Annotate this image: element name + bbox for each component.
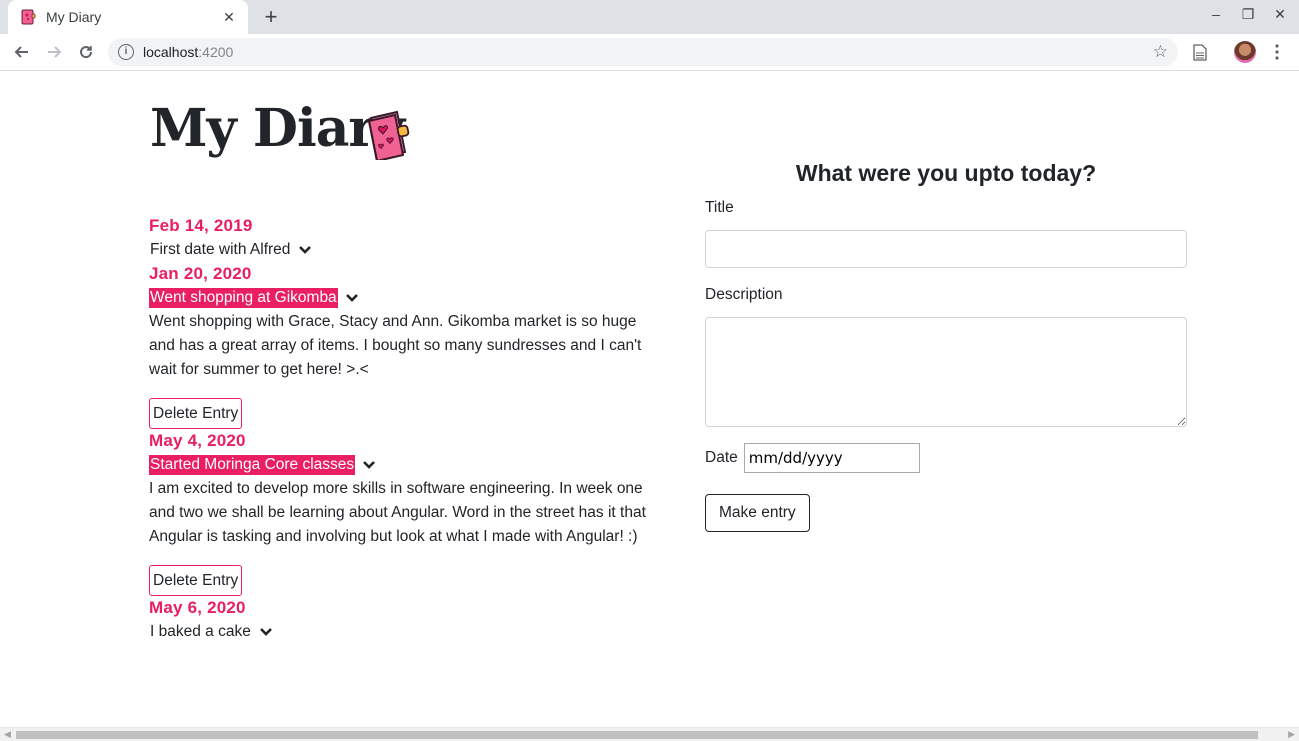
entry-date: May 4, 2020 bbox=[149, 431, 246, 450]
diary-entry: May 4, 2020 Started Moringa Core classes… bbox=[149, 429, 659, 596]
diary-entries-list: Feb 14, 2019 First date with Alfred Jan … bbox=[149, 214, 659, 644]
diary-entry: Jan 20, 2020 Went shopping at Gikomba We… bbox=[149, 262, 659, 429]
browser-toolbar: i localhost :4200 ☆ bbox=[0, 34, 1299, 71]
url-port: :4200 bbox=[198, 44, 234, 60]
new-entry-form: What were you upto today? Title Descript… bbox=[705, 156, 1187, 532]
diary-book-icon bbox=[20, 9, 36, 25]
browser-tab[interactable]: My Diary ✕ bbox=[8, 0, 248, 34]
chevron-down-icon[interactable] bbox=[361, 457, 377, 473]
chevron-down-icon[interactable] bbox=[297, 242, 313, 258]
title-label: Title bbox=[705, 199, 734, 216]
browser-tab-strip: My Diary ✕ + – ❐ ✕ bbox=[0, 0, 1299, 34]
chevron-down-icon[interactable] bbox=[344, 290, 360, 306]
browser-menu-button[interactable] bbox=[1265, 40, 1289, 64]
bookmark-star-icon[interactable]: ☆ bbox=[1153, 42, 1168, 62]
reader-mode-button[interactable] bbox=[1188, 40, 1212, 64]
delete-entry-button[interactable]: Delete Entry bbox=[149, 565, 243, 596]
reload-icon bbox=[80, 46, 93, 59]
restore-window-button[interactable]: ❐ bbox=[1238, 6, 1258, 23]
title-input[interactable] bbox=[705, 230, 1187, 268]
close-tab-icon[interactable]: ✕ bbox=[220, 9, 238, 26]
horizontal-scrollbar[interactable]: ◀ ▶ bbox=[0, 727, 1299, 741]
scroll-right-icon[interactable]: ▶ bbox=[1288, 729, 1295, 740]
info-icon[interactable]: i bbox=[118, 44, 134, 60]
date-label: Date bbox=[705, 449, 738, 466]
arrow-left-icon bbox=[14, 46, 28, 58]
diary-book-icon bbox=[367, 110, 410, 160]
entry-title[interactable]: Started Moringa Core classes bbox=[149, 455, 356, 475]
entry-description: I am excited to develop more skills in s… bbox=[149, 480, 646, 545]
entry-header[interactable]: I baked a cake bbox=[149, 620, 659, 644]
chevron-down-icon[interactable] bbox=[258, 624, 274, 640]
entry-title[interactable]: Went shopping at Gikomba bbox=[149, 288, 338, 308]
tab-title: My Diary bbox=[46, 9, 102, 25]
url-host: localhost bbox=[143, 44, 199, 60]
address-bar[interactable]: i localhost :4200 ☆ bbox=[108, 38, 1178, 66]
entry-header[interactable]: Started Moringa Core classes bbox=[149, 453, 659, 477]
date-row: Date mm/dd/yyyy bbox=[705, 443, 1187, 473]
entry-header[interactable]: First date with Alfred bbox=[149, 238, 659, 262]
profile-button[interactable] bbox=[1233, 40, 1257, 64]
diary-entry: May 6, 2020 I baked a cake bbox=[149, 596, 659, 644]
description-textarea[interactable] bbox=[705, 317, 1187, 427]
reload-button[interactable] bbox=[74, 40, 98, 64]
back-button[interactable] bbox=[10, 40, 34, 64]
forward-button[interactable] bbox=[42, 40, 66, 64]
avatar bbox=[1234, 41, 1256, 63]
minimize-window-button[interactable]: – bbox=[1206, 6, 1226, 22]
arrow-right-icon bbox=[48, 46, 62, 58]
date-input[interactable]: mm/dd/yyyy bbox=[743, 443, 920, 473]
entry-date: Feb 14, 2019 bbox=[149, 216, 253, 235]
entry-title[interactable]: I baked a cake bbox=[149, 622, 252, 642]
new-tab-button[interactable]: + bbox=[258, 4, 284, 30]
more-vertical-icon bbox=[1275, 44, 1279, 60]
entry-description: Went shopping with Grace, Stacy and Ann.… bbox=[149, 313, 642, 378]
delete-entry-button[interactable]: Delete Entry bbox=[149, 398, 243, 429]
entry-title[interactable]: First date with Alfred bbox=[149, 240, 291, 260]
page-content: My Diary Feb 14, 2019 First date with Al… bbox=[0, 72, 1299, 727]
entry-header[interactable]: Went shopping at Gikomba bbox=[149, 286, 659, 310]
form-heading: What were you upto today? bbox=[795, 160, 1097, 186]
close-window-button[interactable]: ✕ bbox=[1270, 6, 1290, 23]
entry-date: Jan 20, 2020 bbox=[149, 264, 252, 283]
make-entry-button[interactable]: Make entry bbox=[705, 494, 810, 532]
diary-entry: Feb 14, 2019 First date with Alfred bbox=[149, 214, 659, 262]
entry-date: May 6, 2020 bbox=[149, 598, 246, 617]
description-label: Description bbox=[705, 286, 783, 303]
document-icon bbox=[1193, 43, 1207, 61]
scrollbar-thumb[interactable] bbox=[16, 731, 1258, 739]
scroll-left-icon[interactable]: ◀ bbox=[4, 729, 11, 740]
